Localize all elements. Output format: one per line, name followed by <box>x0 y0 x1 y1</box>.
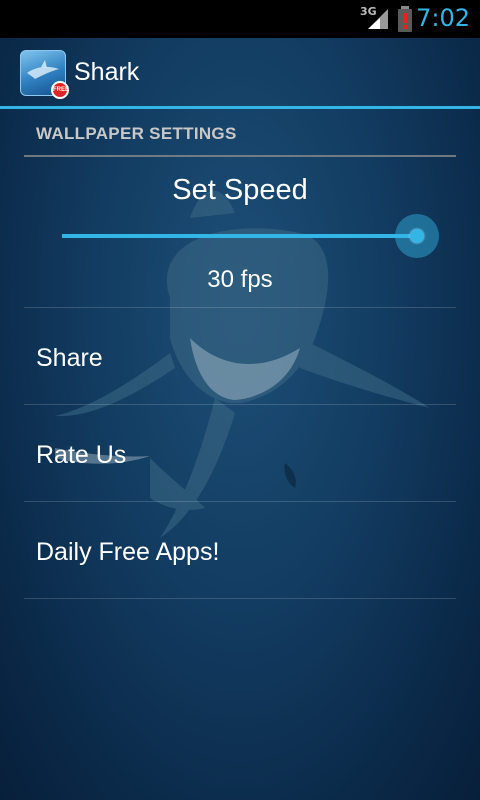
rate-us-label: Rate Us <box>36 441 127 469</box>
speed-slider[interactable] <box>62 214 440 258</box>
section-divider <box>24 155 456 157</box>
action-bar: FREE Shark <box>0 38 480 106</box>
list-divider <box>24 598 456 599</box>
daily-free-apps-label: Daily Free Apps! <box>36 538 220 566</box>
status-clock: 7:02 <box>416 4 470 32</box>
speed-title: Set Speed <box>172 174 308 206</box>
share-item[interactable]: Share <box>24 308 456 404</box>
battery-icon <box>398 6 412 32</box>
status-bar: 3G 7:02 <box>0 0 480 38</box>
signal-icon <box>368 9 388 29</box>
slider-track <box>62 234 418 238</box>
shark-app-icon[interactable]: FREE <box>20 50 69 99</box>
daily-free-apps-item[interactable]: Daily Free Apps! <box>24 502 456 598</box>
rate-us-item[interactable]: Rate Us <box>24 405 456 501</box>
speed-value-label: 30 fps <box>207 266 273 293</box>
app-title: Shark <box>74 58 140 86</box>
free-badge: FREE <box>51 81 69 99</box>
slider-thumb[interactable] <box>410 229 424 243</box>
section-header: WALLPAPER SETTINGS <box>36 124 237 143</box>
share-label: Share <box>36 344 103 372</box>
action-bar-divider <box>0 106 480 109</box>
